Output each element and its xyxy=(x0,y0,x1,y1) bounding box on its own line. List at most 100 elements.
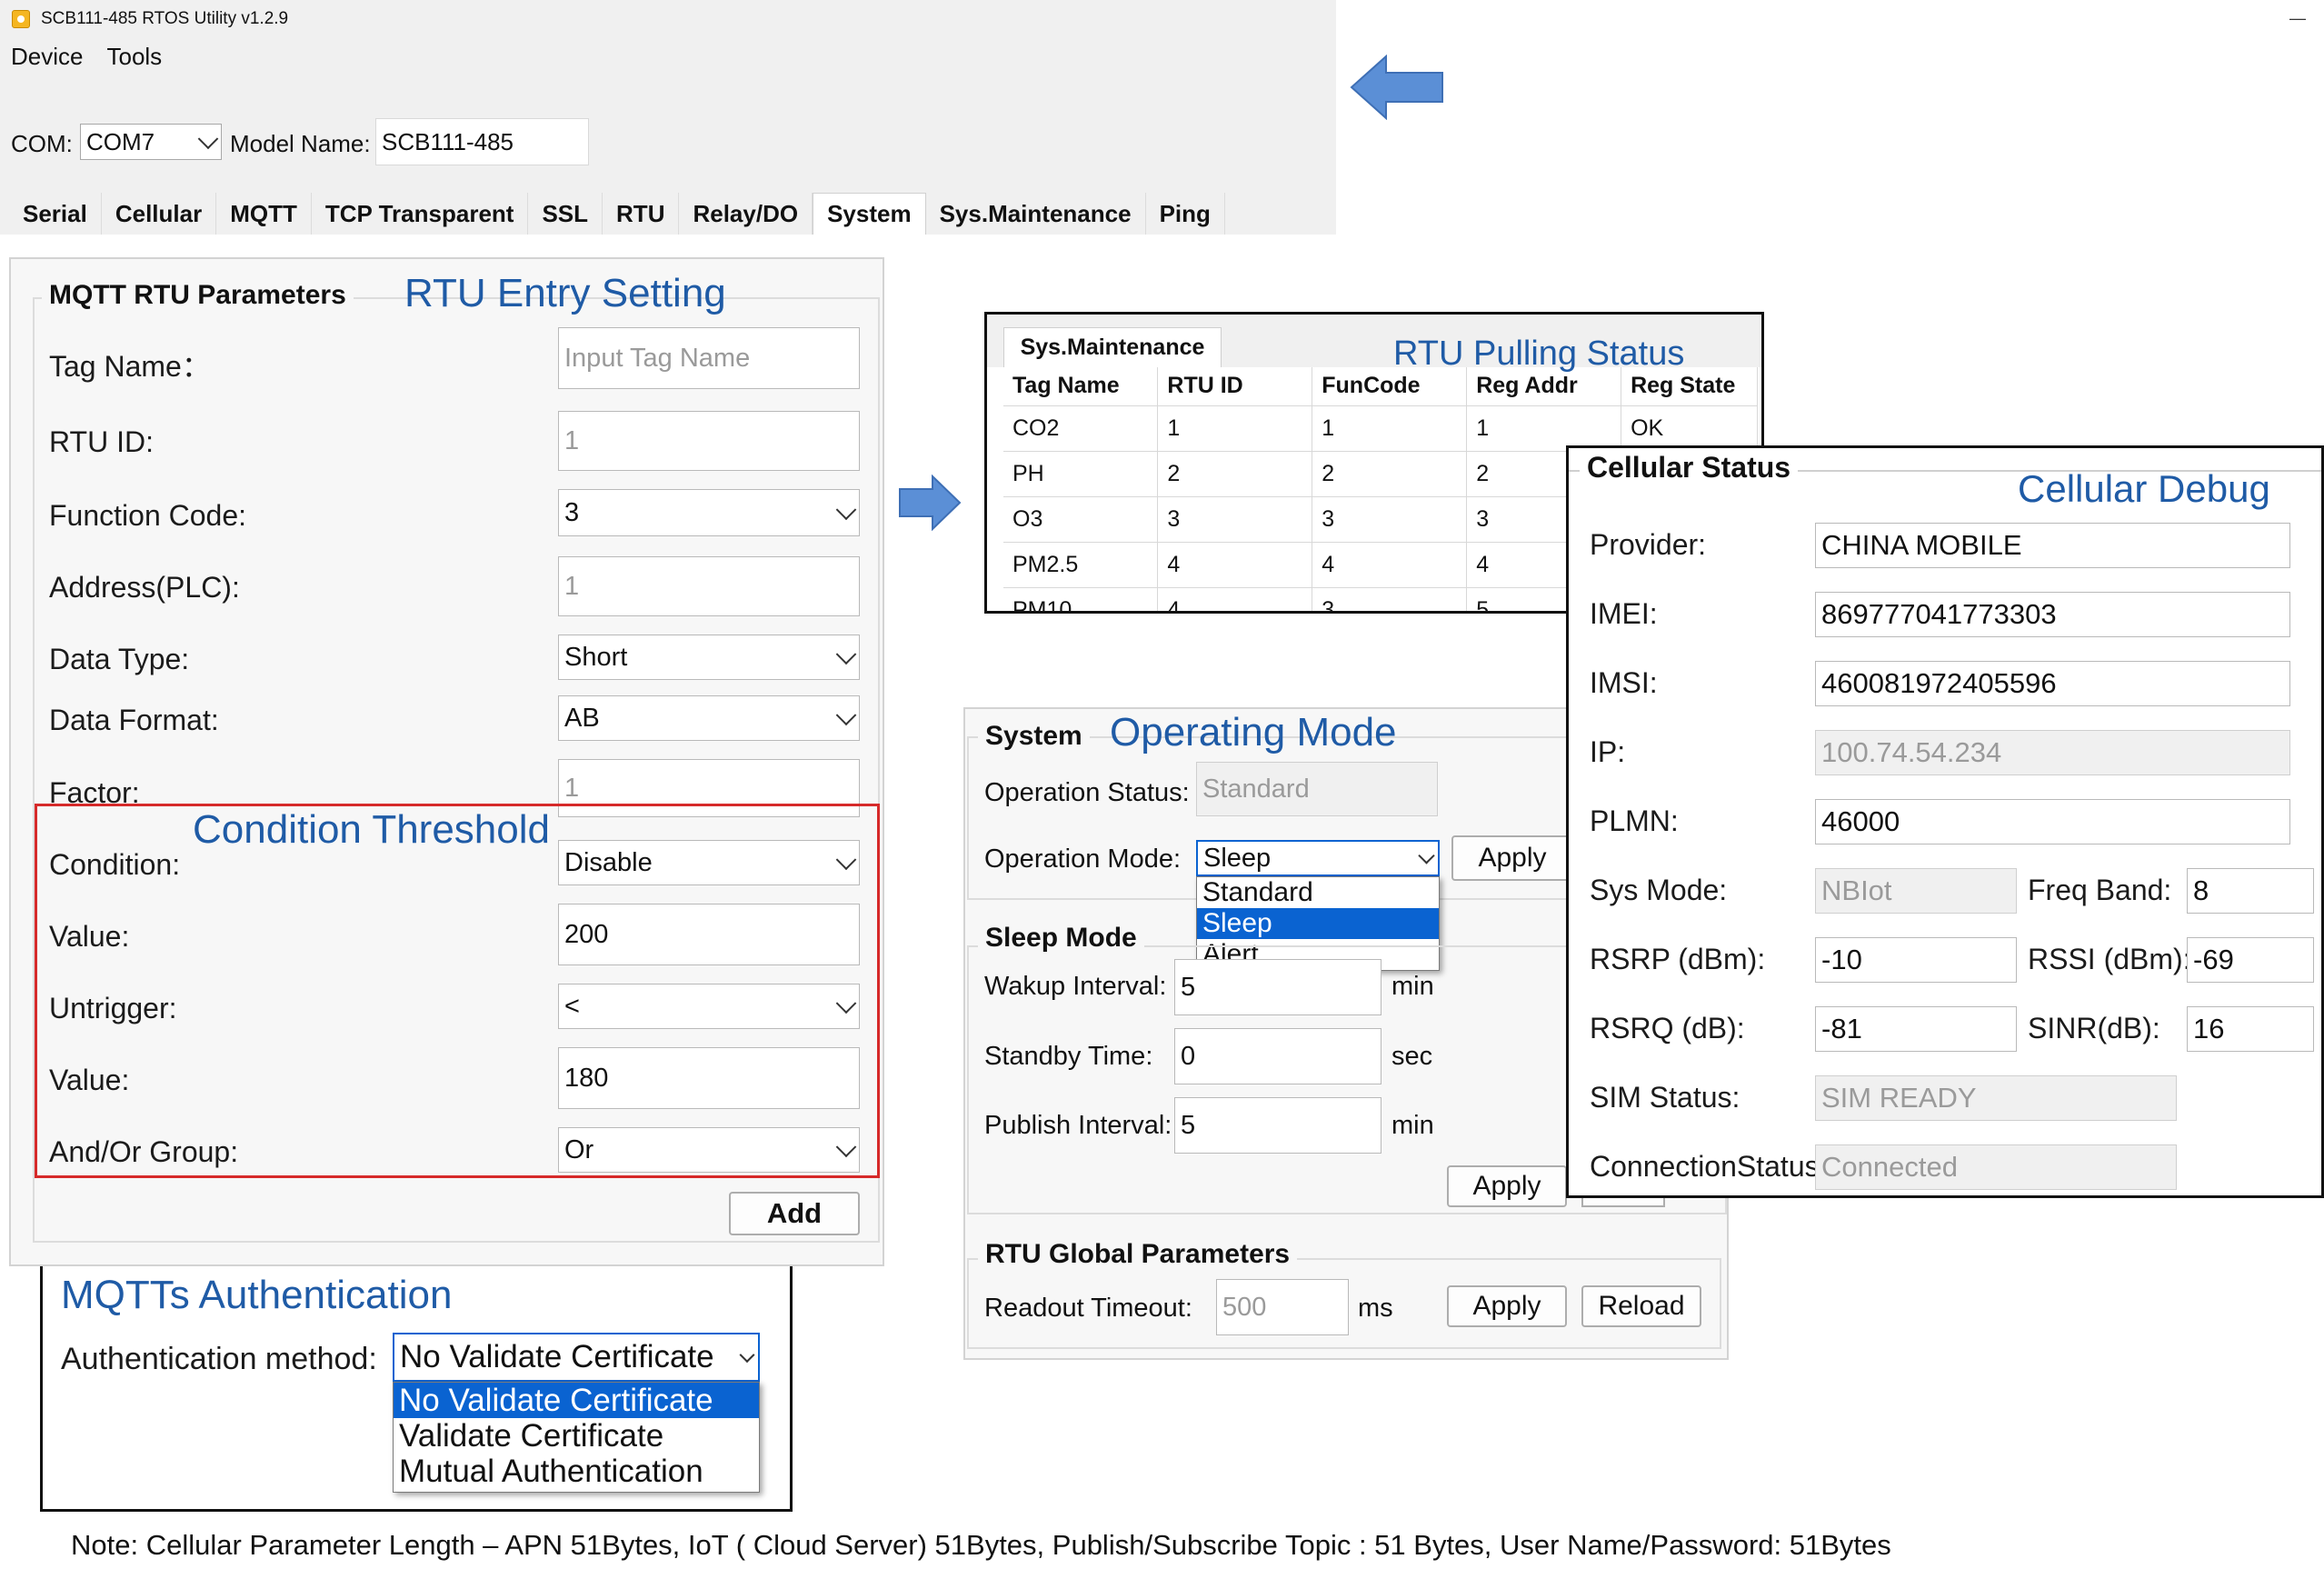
operation-mode-label: Operation Mode: xyxy=(984,844,1182,874)
auth-method-value: No Validate Certificate xyxy=(400,1339,714,1374)
auth-option-validate[interactable]: Validate Certificate xyxy=(394,1418,759,1454)
tab-serial[interactable]: Serial xyxy=(9,193,102,235)
table-cell: 4 xyxy=(1157,542,1313,588)
condition-select[interactable]: Disable xyxy=(558,840,860,885)
column-header: Reg Addr xyxy=(1466,367,1622,406)
mqtts-caption: MQTTs Authentication xyxy=(61,1273,453,1317)
auth-method-select[interactable]: No Validate Certificate xyxy=(393,1333,760,1382)
data-format-select[interactable]: AB xyxy=(558,695,860,741)
standby-time-label: Standby Time: xyxy=(984,1042,1153,1071)
operation-mode-apply-button[interactable]: Apply xyxy=(1451,835,1573,881)
data-type-select[interactable]: Short xyxy=(558,635,860,680)
chevron-down-icon xyxy=(835,993,857,1014)
model-name-input[interactable]: SCB111-485 xyxy=(375,118,589,165)
tab-sys-maintenance[interactable]: Sys.Maintenance xyxy=(925,193,1146,235)
menu-device[interactable]: Device xyxy=(11,43,83,71)
andor-group-value: Or xyxy=(564,1134,594,1164)
cellular-group-title: Cellular Status xyxy=(1580,451,1799,485)
table-row[interactable]: CO2 1 1 1 OK xyxy=(1003,405,1758,452)
readout-timeout-input[interactable]: 500 xyxy=(1216,1279,1349,1335)
untrigger-label: Untrigger: xyxy=(49,992,177,1024)
imsi-field[interactable]: 460081972405596 xyxy=(1815,661,2290,706)
sim-status-field: SIM READY xyxy=(1815,1075,2177,1121)
auth-method-dropdown: No Validate Certificate Validate Certifi… xyxy=(393,1382,760,1493)
plmn-field[interactable]: 46000 xyxy=(1815,799,2290,844)
tab-system[interactable]: System xyxy=(813,193,926,235)
table-cell: 2 xyxy=(1312,451,1468,497)
tab-ping[interactable]: Ping xyxy=(1145,193,1225,235)
tag-name-input[interactable]: Input Tag Name xyxy=(558,327,860,389)
rsrq-label: RSRQ (dB): xyxy=(1590,1012,1745,1044)
sleep-mode-apply-button[interactable]: Apply xyxy=(1447,1165,1567,1207)
chevron-down-icon xyxy=(835,644,857,665)
rtu-global-apply-button[interactable]: Apply xyxy=(1447,1285,1567,1327)
menu-bar: Device Tools xyxy=(0,38,1336,75)
tab-mqtt[interactable]: MQTT xyxy=(216,193,312,235)
chevron-down-icon xyxy=(197,128,219,150)
sinr-field[interactable]: 16 xyxy=(2187,1006,2314,1052)
table-cell: 2 xyxy=(1157,451,1313,497)
com-select[interactable]: COM7 xyxy=(80,124,222,160)
auth-option-mutual[interactable]: Mutual Authentication xyxy=(394,1454,759,1489)
mode-option-standard[interactable]: Standard xyxy=(1197,877,1439,908)
column-header: Reg State xyxy=(1621,367,1758,406)
table-cell: 1 xyxy=(1312,405,1468,452)
connection-status-label: ConnectionStatus: xyxy=(1590,1150,1828,1183)
rsrp-field[interactable]: -10 xyxy=(1815,937,2017,983)
add-button[interactable]: Add xyxy=(729,1192,860,1235)
table-cell: 1 xyxy=(1466,405,1622,452)
publish-unit: min xyxy=(1391,1111,1434,1140)
publish-interval-input[interactable]: 5 xyxy=(1174,1097,1381,1154)
rsrp-label: RSRP (dBm): xyxy=(1590,943,1766,975)
wakeup-interval-label: Wakup Interval: xyxy=(984,972,1167,1001)
mode-option-sleep[interactable]: Sleep xyxy=(1197,908,1439,939)
data-format-label: Data Format: xyxy=(49,704,219,736)
rsrq-field[interactable]: -81 xyxy=(1815,1006,2017,1052)
rtu-id-label: RTU ID: xyxy=(49,425,154,458)
tab-ssl[interactable]: SSL xyxy=(528,193,603,235)
provider-field[interactable]: CHINA MOBILE xyxy=(1815,523,2290,568)
function-code-label: Function Code: xyxy=(49,499,247,532)
wakeup-interval-input[interactable]: 5 xyxy=(1174,959,1381,1015)
sys-mode-label: Sys Mode: xyxy=(1590,874,1728,906)
function-code-value: 3 xyxy=(564,497,580,527)
table-cell: PH xyxy=(1003,451,1159,497)
freq-band-field[interactable]: 8 xyxy=(2187,868,2314,914)
rtu-group-title: MQTT RTU Parameters xyxy=(42,280,354,311)
rtu-global-reload-button[interactable]: Reload xyxy=(1581,1285,1701,1327)
address-input[interactable]: 1 xyxy=(558,556,860,616)
table-cell: PM10 xyxy=(1003,587,1159,611)
tab-tcp-transparent[interactable]: TCP Transparent xyxy=(311,193,529,235)
value2-input[interactable]: 180 xyxy=(558,1047,860,1109)
address-label: Address(PLC): xyxy=(49,571,240,604)
data-format-value: AB xyxy=(564,703,600,733)
minimize-button[interactable]: — xyxy=(2289,9,2306,28)
tab-sys-maintenance-pulling[interactable]: Sys.Maintenance xyxy=(1003,327,1222,367)
tab-cellular[interactable]: Cellular xyxy=(101,193,217,235)
menu-tools[interactable]: Tools xyxy=(106,43,162,71)
rtu-id-input[interactable]: 1 xyxy=(558,411,860,471)
table-cell: 3 xyxy=(1157,496,1313,543)
imei-field[interactable]: 869777041773303 xyxy=(1815,592,2290,637)
table-cell: 4 xyxy=(1157,587,1313,611)
tab-relay-do[interactable]: Relay/DO xyxy=(679,193,813,235)
andor-group-select[interactable]: Or xyxy=(558,1127,860,1173)
readout-timeout-label: Readout Timeout: xyxy=(984,1294,1192,1323)
value1-input[interactable]: 200 xyxy=(558,904,860,965)
auth-option-no-validate[interactable]: No Validate Certificate xyxy=(394,1383,759,1418)
rtu-global-title: RTU Global Parameters xyxy=(978,1239,1298,1270)
operation-mode-select[interactable]: Sleep xyxy=(1196,840,1440,876)
data-type-value: Short xyxy=(564,642,628,672)
untrigger-select[interactable]: < xyxy=(558,984,860,1029)
column-header: RTU ID xyxy=(1157,367,1313,406)
chevron-down-icon xyxy=(739,1347,755,1364)
operation-mode-value: Sleep xyxy=(1203,843,1272,873)
standby-time-input[interactable]: 0 xyxy=(1174,1028,1381,1084)
sys-mode-field: NBIot xyxy=(1815,868,2017,914)
rssi-field[interactable]: -69 xyxy=(2187,937,2314,983)
data-type-label: Data Type: xyxy=(49,643,190,675)
column-header: FunCode xyxy=(1312,367,1468,406)
function-code-select[interactable]: 3 xyxy=(558,489,860,536)
tab-rtu[interactable]: RTU xyxy=(603,193,680,235)
sinr-label: SINR(dB): xyxy=(2028,1012,2160,1044)
